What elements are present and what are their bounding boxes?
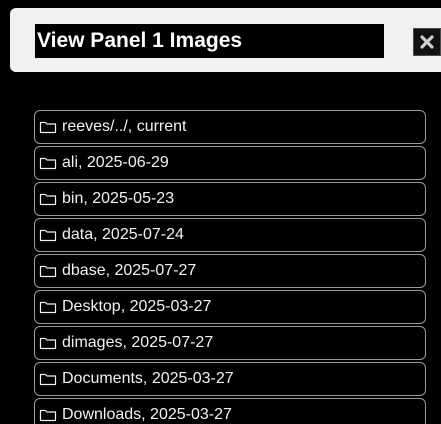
folder-item-label: data, 2025-07-24	[62, 226, 184, 243]
folder-item-desktop[interactable]: Desktop, 2025-03-27	[34, 290, 426, 324]
folder-icon	[39, 408, 57, 422]
folder-item-reeves-parent[interactable]: reeves/../, current	[34, 110, 426, 144]
folder-icon	[39, 264, 57, 278]
folder-item-label: ali, 2025-06-29	[62, 154, 169, 171]
folder-item-label: Documents, 2025-03-27	[62, 370, 234, 387]
folder-item-label: dimages, 2025-07-27	[62, 334, 214, 351]
folder-item-dimages[interactable]: dimages, 2025-07-27	[34, 326, 426, 360]
folder-icon	[39, 156, 57, 170]
close-button[interactable]	[413, 28, 441, 56]
folder-item-label: dbase, 2025-07-27	[62, 262, 197, 279]
folder-item-label: Downloads, 2025-03-27	[62, 406, 232, 423]
folder-icon	[39, 120, 57, 134]
folder-icon	[39, 228, 57, 242]
folder-item-dbase[interactable]: dbase, 2025-07-27	[34, 254, 426, 288]
folder-icon	[39, 336, 57, 350]
close-icon	[419, 34, 435, 50]
folder-icon	[39, 372, 57, 386]
folder-item-label: bin, 2025-05-23	[62, 190, 175, 207]
folder-item-label: Desktop, 2025-03-27	[62, 298, 212, 315]
dialog-title: View Panel 1 Images	[35, 24, 384, 58]
dialog-header: View Panel 1 Images	[10, 8, 441, 72]
folder-item-data[interactable]: data, 2025-07-24	[34, 218, 426, 252]
view-panel-dialog: View Panel 1 Images reeves/../, current …	[0, 0, 441, 424]
folder-item-downloads[interactable]: Downloads, 2025-03-27	[34, 398, 426, 424]
folder-icon	[39, 300, 57, 314]
folder-item-label: reeves/../, current	[62, 118, 187, 135]
folder-icon	[39, 192, 57, 206]
folder-item-ali[interactable]: ali, 2025-06-29	[34, 146, 426, 180]
folder-item-documents[interactable]: Documents, 2025-03-27	[34, 362, 426, 396]
folder-item-bin[interactable]: bin, 2025-05-23	[34, 182, 426, 216]
folder-list: reeves/../, current ali, 2025-06-29 bin,…	[34, 110, 426, 424]
